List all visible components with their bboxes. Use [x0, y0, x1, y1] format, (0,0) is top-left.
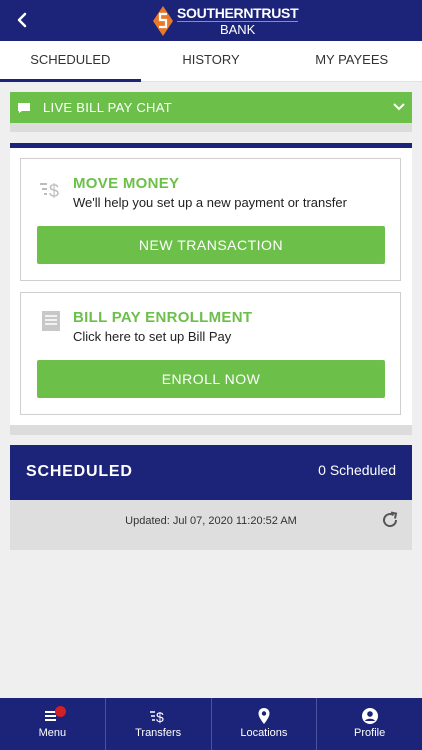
notification-badge [55, 706, 66, 717]
bank-logo: SOUTHERNTRUST BANK [152, 4, 299, 38]
document-icon [42, 311, 60, 331]
move-money-subtitle: We'll help you set up a new payment or t… [73, 195, 347, 210]
chevron-down-icon[interactable] [392, 101, 406, 113]
bill-pay-enrollment-card: BILL PAY ENROLLMENT Click here to set up… [20, 292, 401, 415]
bottom-nav: Menu $ Transfers Locations Profile [0, 698, 422, 750]
tab-history[interactable]: HISTORY [141, 41, 282, 81]
updated-label: Updated: [125, 515, 170, 527]
enroll-now-button[interactable]: ENROLL NOW [37, 360, 385, 398]
nav-locations[interactable]: Locations [212, 698, 318, 750]
live-chat-label: LIVE BILL PAY CHAT [43, 100, 172, 115]
transfer-icon: $ [40, 181, 59, 201]
svg-text:$: $ [49, 181, 59, 201]
nav-menu[interactable]: Menu [0, 698, 106, 750]
new-transaction-button[interactable]: NEW TRANSACTION [37, 226, 385, 264]
actions-panel: $ MOVE MONEY We'll help you set up a new… [10, 143, 412, 433]
nav-profile[interactable]: Profile [317, 698, 422, 750]
nav-menu-label: Menu [38, 727, 67, 739]
logo-mark-icon [153, 6, 173, 36]
refresh-icon[interactable] [380, 510, 400, 530]
svg-text:$: $ [156, 709, 164, 725]
location-pin-icon [258, 708, 270, 724]
tab-my-payees[interactable]: MY PAYEES [281, 41, 422, 81]
tab-bar: SCHEDULED HISTORY MY PAYEES [0, 41, 422, 82]
transfer-icon: $ [150, 709, 164, 725]
nav-locations-label: Locations [240, 727, 288, 739]
tab-scheduled[interactable]: SCHEDULED [0, 41, 141, 82]
scheduled-header: SCHEDULED 0 Scheduled [10, 445, 412, 500]
bill-pay-enrollment-subtitle[interactable]: Click here to set up Bill Pay [73, 329, 231, 344]
nav-transfers-label: Transfers [135, 727, 182, 739]
scheduled-status: Updated: Jul 07, 2020 11:20:52 AM [10, 500, 412, 550]
nav-transfers[interactable]: $ Transfers [106, 698, 212, 750]
bill-pay-enrollment-title: BILL PAY ENROLLMENT [73, 309, 253, 326]
live-chat-bar[interactable]: LIVE BILL PAY CHAT [10, 92, 412, 123]
move-money-title: MOVE MONEY [73, 175, 180, 192]
profile-icon [361, 708, 378, 724]
chat-icon [18, 102, 30, 113]
move-money-card: $ MOVE MONEY We'll help you set up a new… [20, 158, 401, 281]
updated-value: Jul 07, 2020 11:20:52 AM [172, 515, 297, 527]
scheduled-count: 0 Scheduled [318, 462, 396, 478]
chat-bar-footer [10, 123, 412, 132]
brand-name: SOUTHERNTRUST [177, 5, 299, 21]
updated-timestamp: Updated: Jul 07, 2020 11:20:52 AM [10, 515, 412, 527]
panel-footer [10, 425, 412, 435]
nav-profile-label: Profile [354, 727, 386, 739]
top-bar: SOUTHERNTRUST BANK [0, 0, 422, 41]
scheduled-title: SCHEDULED [26, 463, 133, 480]
brand-subname: BANK [177, 21, 299, 36]
chevron-left-icon[interactable] [12, 9, 32, 31]
